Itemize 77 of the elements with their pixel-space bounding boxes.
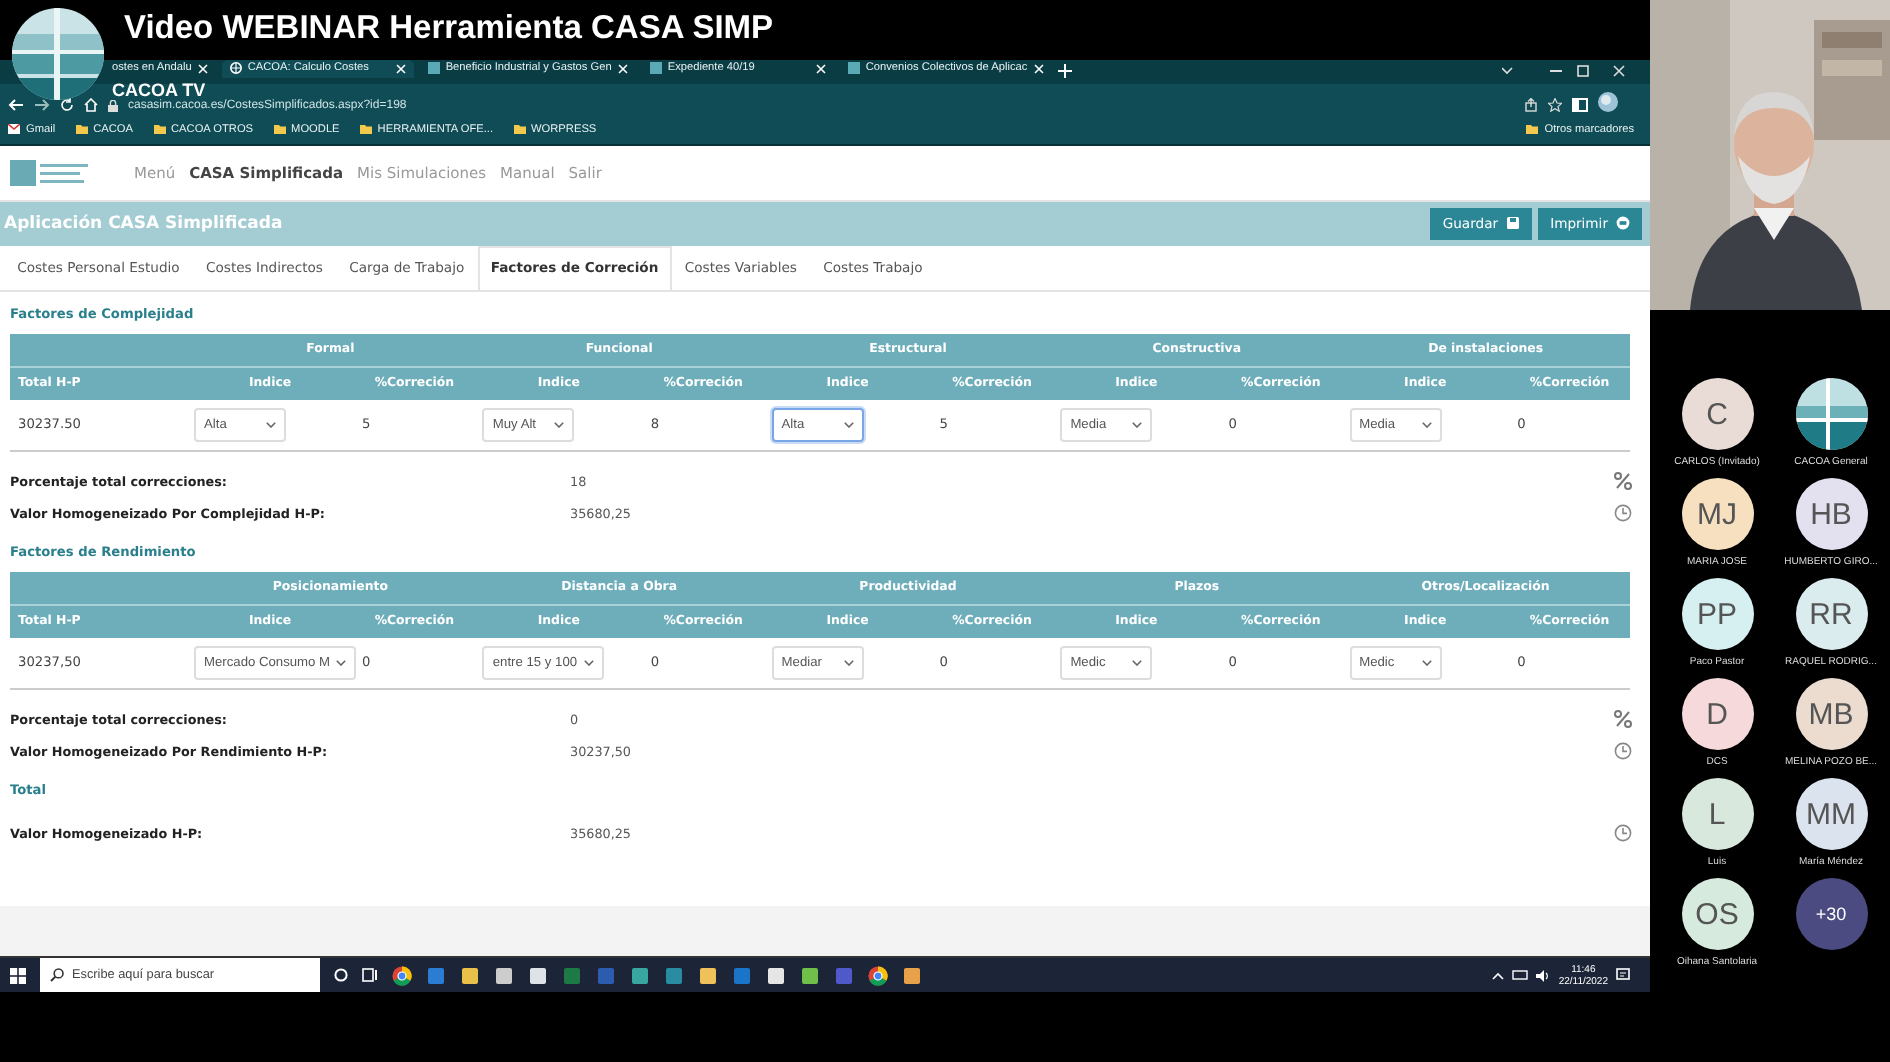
save-icon (1506, 216, 1521, 231)
chevron-icon (266, 421, 276, 428)
avatar: RR (1795, 578, 1867, 650)
avatar: OS (1681, 878, 1753, 950)
avatar: HB (1795, 478, 1867, 550)
percent-icon (1614, 472, 1632, 491)
video-title: Video WEBINAR Herramienta CASA SIMP (124, 10, 774, 48)
clock-icon (1614, 504, 1632, 523)
folder-icon (1526, 124, 1539, 135)
folder-icon (359, 124, 372, 135)
print-icon (1616, 216, 1630, 231)
search-icon (50, 968, 64, 983)
chevron-icon (1421, 659, 1432, 666)
circle-icon[interactable] (334, 968, 348, 983)
speaker-icon[interactable] (1536, 969, 1551, 982)
chevron-up-icon[interactable] (1492, 971, 1505, 980)
star-icon[interactable] (1548, 97, 1562, 112)
profile-icon[interactable] (1598, 91, 1618, 112)
close-icon[interactable] (197, 63, 208, 74)
chevron-icon (1421, 421, 1432, 428)
close-icon[interactable] (1033, 63, 1044, 74)
logo-icon (10, 159, 90, 186)
share-icon[interactable] (1524, 97, 1538, 112)
app-icon[interactable] (460, 965, 480, 986)
folder-icon (513, 124, 526, 135)
chevron-icon (843, 421, 854, 428)
app-icon[interactable] (528, 965, 548, 986)
close-icon[interactable] (617, 63, 628, 74)
reload-icon[interactable] (60, 97, 74, 112)
plus-icon[interactable] (1057, 64, 1072, 79)
avatar: PP (1681, 578, 1753, 650)
page-title: Aplicación CASA Simplificada (4, 213, 285, 234)
app-icon[interactable] (902, 965, 922, 986)
avatar: MJ (1681, 478, 1753, 550)
page-icon (649, 62, 662, 75)
mail-icon (8, 124, 20, 135)
avatar: MB (1795, 678, 1867, 750)
folder-icon (153, 124, 166, 135)
app-icon[interactable] (494, 965, 514, 986)
chevron-icon (583, 659, 594, 666)
chevron-icon (1132, 421, 1143, 428)
close-icon[interactable] (815, 63, 826, 74)
avatar: D (1681, 678, 1753, 750)
notification-icon[interactable] (1616, 968, 1630, 983)
home-icon[interactable] (84, 97, 98, 112)
browser-app-icon[interactable] (868, 965, 888, 986)
sidebar-icon[interactable] (1572, 97, 1588, 112)
percent-icon (1614, 710, 1632, 729)
folder-icon (75, 124, 88, 135)
app-icon[interactable] (698, 965, 718, 986)
app-icon[interactable] (630, 965, 650, 986)
chevron-icon (336, 659, 347, 666)
page-icon (427, 62, 440, 75)
folder-icon (273, 124, 286, 135)
avatar: L (1681, 778, 1753, 850)
page-icon (847, 62, 860, 75)
close-icon[interactable] (395, 63, 406, 74)
app-icon[interactable] (800, 965, 820, 986)
lock-icon (108, 99, 118, 112)
browser-app-icon[interactable] (392, 965, 412, 986)
avatar: MM (1795, 778, 1867, 850)
more-participants-button[interactable]: +30 (1795, 878, 1867, 950)
app-icon[interactable] (766, 965, 786, 986)
task-view-icon[interactable] (362, 968, 378, 983)
chevron-icon (554, 421, 565, 428)
channel-name: CACOA TV (112, 80, 206, 100)
forward-icon[interactable] (34, 97, 50, 112)
avatar: C (1681, 378, 1753, 450)
clock-icon (1614, 824, 1632, 843)
chevron-icon (843, 659, 854, 666)
network-icon[interactable] (1512, 969, 1529, 982)
logo-avatar (1795, 378, 1867, 450)
globe-icon (229, 62, 242, 75)
windows-icon[interactable] (10, 967, 26, 984)
back-icon[interactable] (8, 97, 24, 112)
clock-icon (1614, 742, 1632, 761)
chevron-icon (1132, 659, 1143, 666)
